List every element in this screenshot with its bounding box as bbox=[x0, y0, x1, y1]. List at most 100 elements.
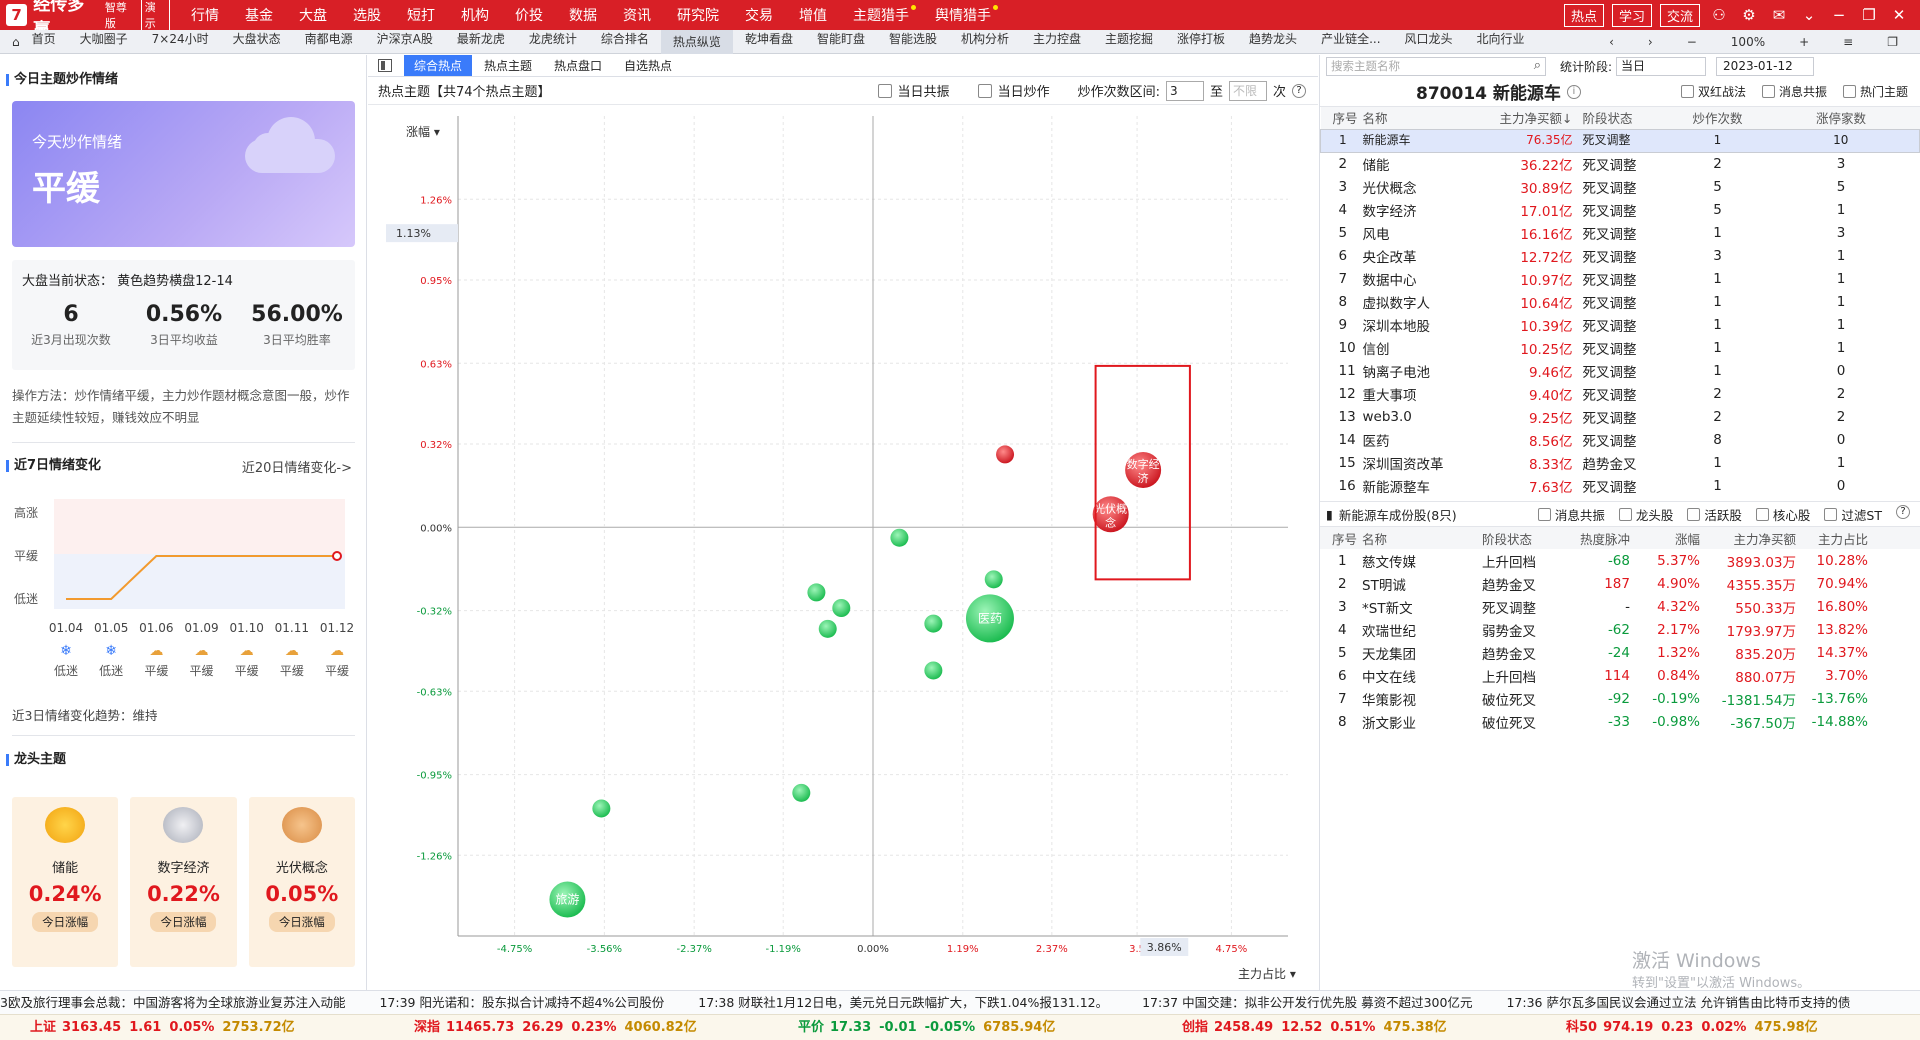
col-heat[interactable]: 热度脉冲 bbox=[1562, 527, 1630, 549]
tab-custom-hot[interactable]: 自选热点 bbox=[614, 55, 682, 76]
zoom-out-icon[interactable]: − bbox=[1675, 35, 1709, 49]
col-limit-up[interactable]: 涨停家数 bbox=[1762, 107, 1920, 129]
scatter-point[interactable] bbox=[996, 445, 1015, 464]
component-filter-checkbox[interactable]: 过滤ST bbox=[1824, 505, 1882, 524]
hot-theme-checkbox[interactable]: 热门主题 bbox=[1842, 83, 1908, 100]
menu-item[interactable]: 交易 bbox=[732, 5, 786, 25]
menu-item[interactable]: 舆情猎手 bbox=[922, 5, 1004, 25]
table-row[interactable]: 5 天龙集团 趋势金叉 -24 1.32% 835.20万 14.37% bbox=[1320, 641, 1920, 664]
theme-search-input[interactable]: 搜索主题名称 bbox=[1326, 56, 1546, 76]
news-item[interactable]: 17:37 中国交建：拟非公开发行优先股 募资不超过300亿元 bbox=[1142, 995, 1472, 1010]
y-axis-label[interactable]: 涨幅 ▾ bbox=[406, 124, 440, 139]
restore-panel-icon[interactable]: ❐ bbox=[1875, 35, 1910, 49]
nav-item[interactable]: 主题挖掘 bbox=[1093, 30, 1165, 54]
component-filter-checkbox[interactable]: 核心股 bbox=[1755, 505, 1810, 524]
nav-item[interactable]: 趋势龙头 bbox=[1237, 30, 1309, 54]
index-item[interactable]: 上证 3163.45 1.61 0.05% 2753.72亿 bbox=[0, 1015, 384, 1040]
minimize-icon[interactable]: − bbox=[1828, 6, 1850, 24]
news-item[interactable]: 17:36 萨尔瓦多国民议会通过立法 允许销售由比特币支持的债 bbox=[1506, 995, 1850, 1010]
menu-item[interactable]: 机构 bbox=[448, 5, 502, 25]
table-row[interactable]: 10 信创 10.25亿 死叉调整 1 1 bbox=[1321, 336, 1920, 359]
restore-icon[interactable]: ❐ bbox=[1858, 6, 1880, 24]
menu-item[interactable]: 选股 bbox=[340, 5, 394, 25]
table-row[interactable]: 8 浙文影业 破位死叉 -33 -0.98% -367.50万 -14.88% bbox=[1320, 710, 1920, 733]
news-item[interactable]: 17:38 财联社1月12日电，美元兑日元跌幅扩大，下跌1.04%报131.12… bbox=[698, 995, 1108, 1010]
hot-button[interactable]: 热点 bbox=[1563, 3, 1604, 27]
col-stage[interactable]: 阶段状态 bbox=[1572, 107, 1673, 129]
settings-icon[interactable]: ⚙ bbox=[1738, 6, 1760, 24]
table-row[interactable]: 2 储能 36.22亿 死叉调整 2 3 bbox=[1321, 152, 1920, 175]
nav-item[interactable]: 大咖圈子 bbox=[68, 30, 140, 54]
index-item[interactable]: 创指 2458.49 12.52 0.51% 475.38亿 bbox=[1152, 1015, 1536, 1040]
col-name[interactable]: 名称 bbox=[1362, 107, 1493, 129]
scatter-point[interactable] bbox=[832, 599, 851, 617]
table-row[interactable]: 8 虚拟数字人 10.64亿 死叉调整 1 1 bbox=[1321, 290, 1920, 313]
menu-item[interactable]: 主题猎手 bbox=[840, 5, 922, 25]
table-row[interactable]: 3 光伏概念 30.89亿 死叉调整 5 5 bbox=[1321, 175, 1920, 198]
table-row[interactable]: 5 风电 16.16亿 死叉调整 1 3 bbox=[1321, 221, 1920, 244]
nav-item[interactable]: 智能选股 bbox=[877, 30, 949, 54]
period-select[interactable]: 当日 bbox=[1616, 56, 1707, 76]
component-filter-checkbox[interactable]: 消息共振 bbox=[1537, 505, 1605, 524]
table-row[interactable]: 11 钠离子电池 9.46亿 死叉调整 1 0 bbox=[1321, 359, 1920, 382]
menu-item[interactable]: 研究院 bbox=[664, 5, 732, 25]
nav-item[interactable]: 产业链全... bbox=[1309, 30, 1392, 54]
nav-item[interactable]: 大盘状态 bbox=[221, 30, 293, 54]
menu-item[interactable]: 数据 bbox=[556, 5, 610, 25]
nav-item[interactable]: 涨停打板 bbox=[1165, 30, 1237, 54]
range-from-input[interactable]: 3 bbox=[1165, 80, 1204, 101]
col-name[interactable]: 名称 bbox=[1362, 527, 1482, 549]
menu-item[interactable]: 增值 bbox=[786, 5, 840, 25]
range-to-input[interactable]: 不限 bbox=[1228, 80, 1267, 101]
chat-button[interactable]: 交流 bbox=[1659, 3, 1700, 27]
scatter-point[interactable] bbox=[984, 570, 1003, 589]
dragon-card[interactable]: 储能 0.24% 今日涨幅 bbox=[12, 797, 119, 967]
table-row[interactable]: 3 *ST新文 死叉调整 - 4.32% 550.33万 16.80% bbox=[1320, 595, 1920, 618]
nav-item[interactable]: 机构分析 bbox=[949, 30, 1021, 54]
table-row[interactable]: 1 慈文传媒 上升回档 -68 5.37% 3893.03万 10.28% bbox=[1320, 549, 1920, 572]
index-item[interactable]: 平价 17.33 -0.01 -0.05% 6785.94亿 bbox=[768, 1015, 1152, 1040]
nav-item[interactable]: 乾坤看盘 bbox=[733, 30, 805, 54]
col-net-buy[interactable]: 主力净买额 bbox=[1700, 527, 1796, 549]
scatter-point[interactable] bbox=[890, 528, 909, 547]
scatter-point[interactable] bbox=[818, 619, 837, 638]
nav-item[interactable]: 智能盯盘 bbox=[805, 30, 877, 54]
col-ratio[interactable]: 主力占比 bbox=[1796, 527, 1920, 549]
col-index[interactable]: 序号 bbox=[1320, 527, 1362, 549]
tab-hot-board[interactable]: 热点盘口 bbox=[544, 55, 612, 76]
index-item[interactable]: 深指 11465.73 26.29 0.23% 4060.82亿 bbox=[384, 1015, 768, 1040]
nav-next-icon[interactable]: › bbox=[1636, 35, 1665, 49]
panel-toggle-icon[interactable] bbox=[378, 59, 392, 72]
mail-icon[interactable]: ✉ bbox=[1768, 6, 1790, 24]
table-row[interactable]: 13 web3.0 9.25亿 死叉调整 2 2 bbox=[1321, 405, 1920, 428]
x-axis-label[interactable]: 主力占比 ▾ bbox=[1238, 966, 1296, 981]
double-red-checkbox[interactable]: 双红战法 bbox=[1680, 83, 1746, 100]
home-icon[interactable]: ⌂ bbox=[0, 35, 20, 49]
nav-item[interactable]: 沪深京A股 bbox=[365, 30, 445, 54]
col-net-buy[interactable]: 主力净买额↓ bbox=[1492, 107, 1573, 129]
component-filter-checkbox[interactable]: 活跃股 bbox=[1687, 505, 1742, 524]
table-row[interactable]: 2 ST明诚 趋势金叉 187 4.90% 4355.35万 70.94% bbox=[1320, 572, 1920, 595]
table-row[interactable]: 9 深圳本地股 10.39亿 死叉调整 1 1 bbox=[1321, 313, 1920, 336]
date-picker[interactable]: 2023-01-12 bbox=[1716, 56, 1815, 76]
menu-item[interactable]: 短打 bbox=[394, 5, 448, 25]
news-item[interactable]: 3欧及旅行理事会总裁：中国游客将为全球旅游业复苏注入动能 bbox=[0, 995, 345, 1010]
col-index[interactable]: 序号 bbox=[1320, 107, 1363, 129]
nav-item[interactable]: 主力控盘 bbox=[1021, 30, 1093, 54]
collapse-icon[interactable]: ▮ bbox=[1326, 507, 1333, 522]
info-icon[interactable]: i bbox=[1566, 84, 1581, 99]
col-stage[interactable]: 阶段状态 bbox=[1482, 527, 1562, 549]
menu-icon[interactable]: ≡ bbox=[1831, 35, 1865, 49]
nav-prev-icon[interactable]: ‹ bbox=[1597, 35, 1626, 49]
table-row[interactable]: 7 数据中心 10.97亿 死叉调整 1 1 bbox=[1321, 267, 1920, 290]
col-hype-count[interactable]: 炒作次数 bbox=[1672, 107, 1763, 129]
dragon-card[interactable]: 数字经济 0.22% 今日涨幅 bbox=[130, 797, 237, 967]
menu-item[interactable]: 价投 bbox=[502, 5, 556, 25]
table-row[interactable]: 14 医药 8.56亿 死叉调整 8 0 bbox=[1321, 428, 1920, 451]
zoom-in-icon[interactable]: + bbox=[1787, 35, 1821, 49]
news-item[interactable]: 17:39 阳光诺和：股东拟合计减持不超4%公司股份 bbox=[379, 995, 664, 1010]
nav-item[interactable]: 热点纵览 bbox=[660, 29, 733, 54]
dragon-card[interactable]: 光伏概念 0.05% 今日涨幅 bbox=[248, 797, 355, 967]
menu-item[interactable]: 资讯 bbox=[610, 5, 664, 25]
table-row[interactable]: 16 新能源整车 7.63亿 死叉调整 1 0 bbox=[1321, 474, 1920, 497]
